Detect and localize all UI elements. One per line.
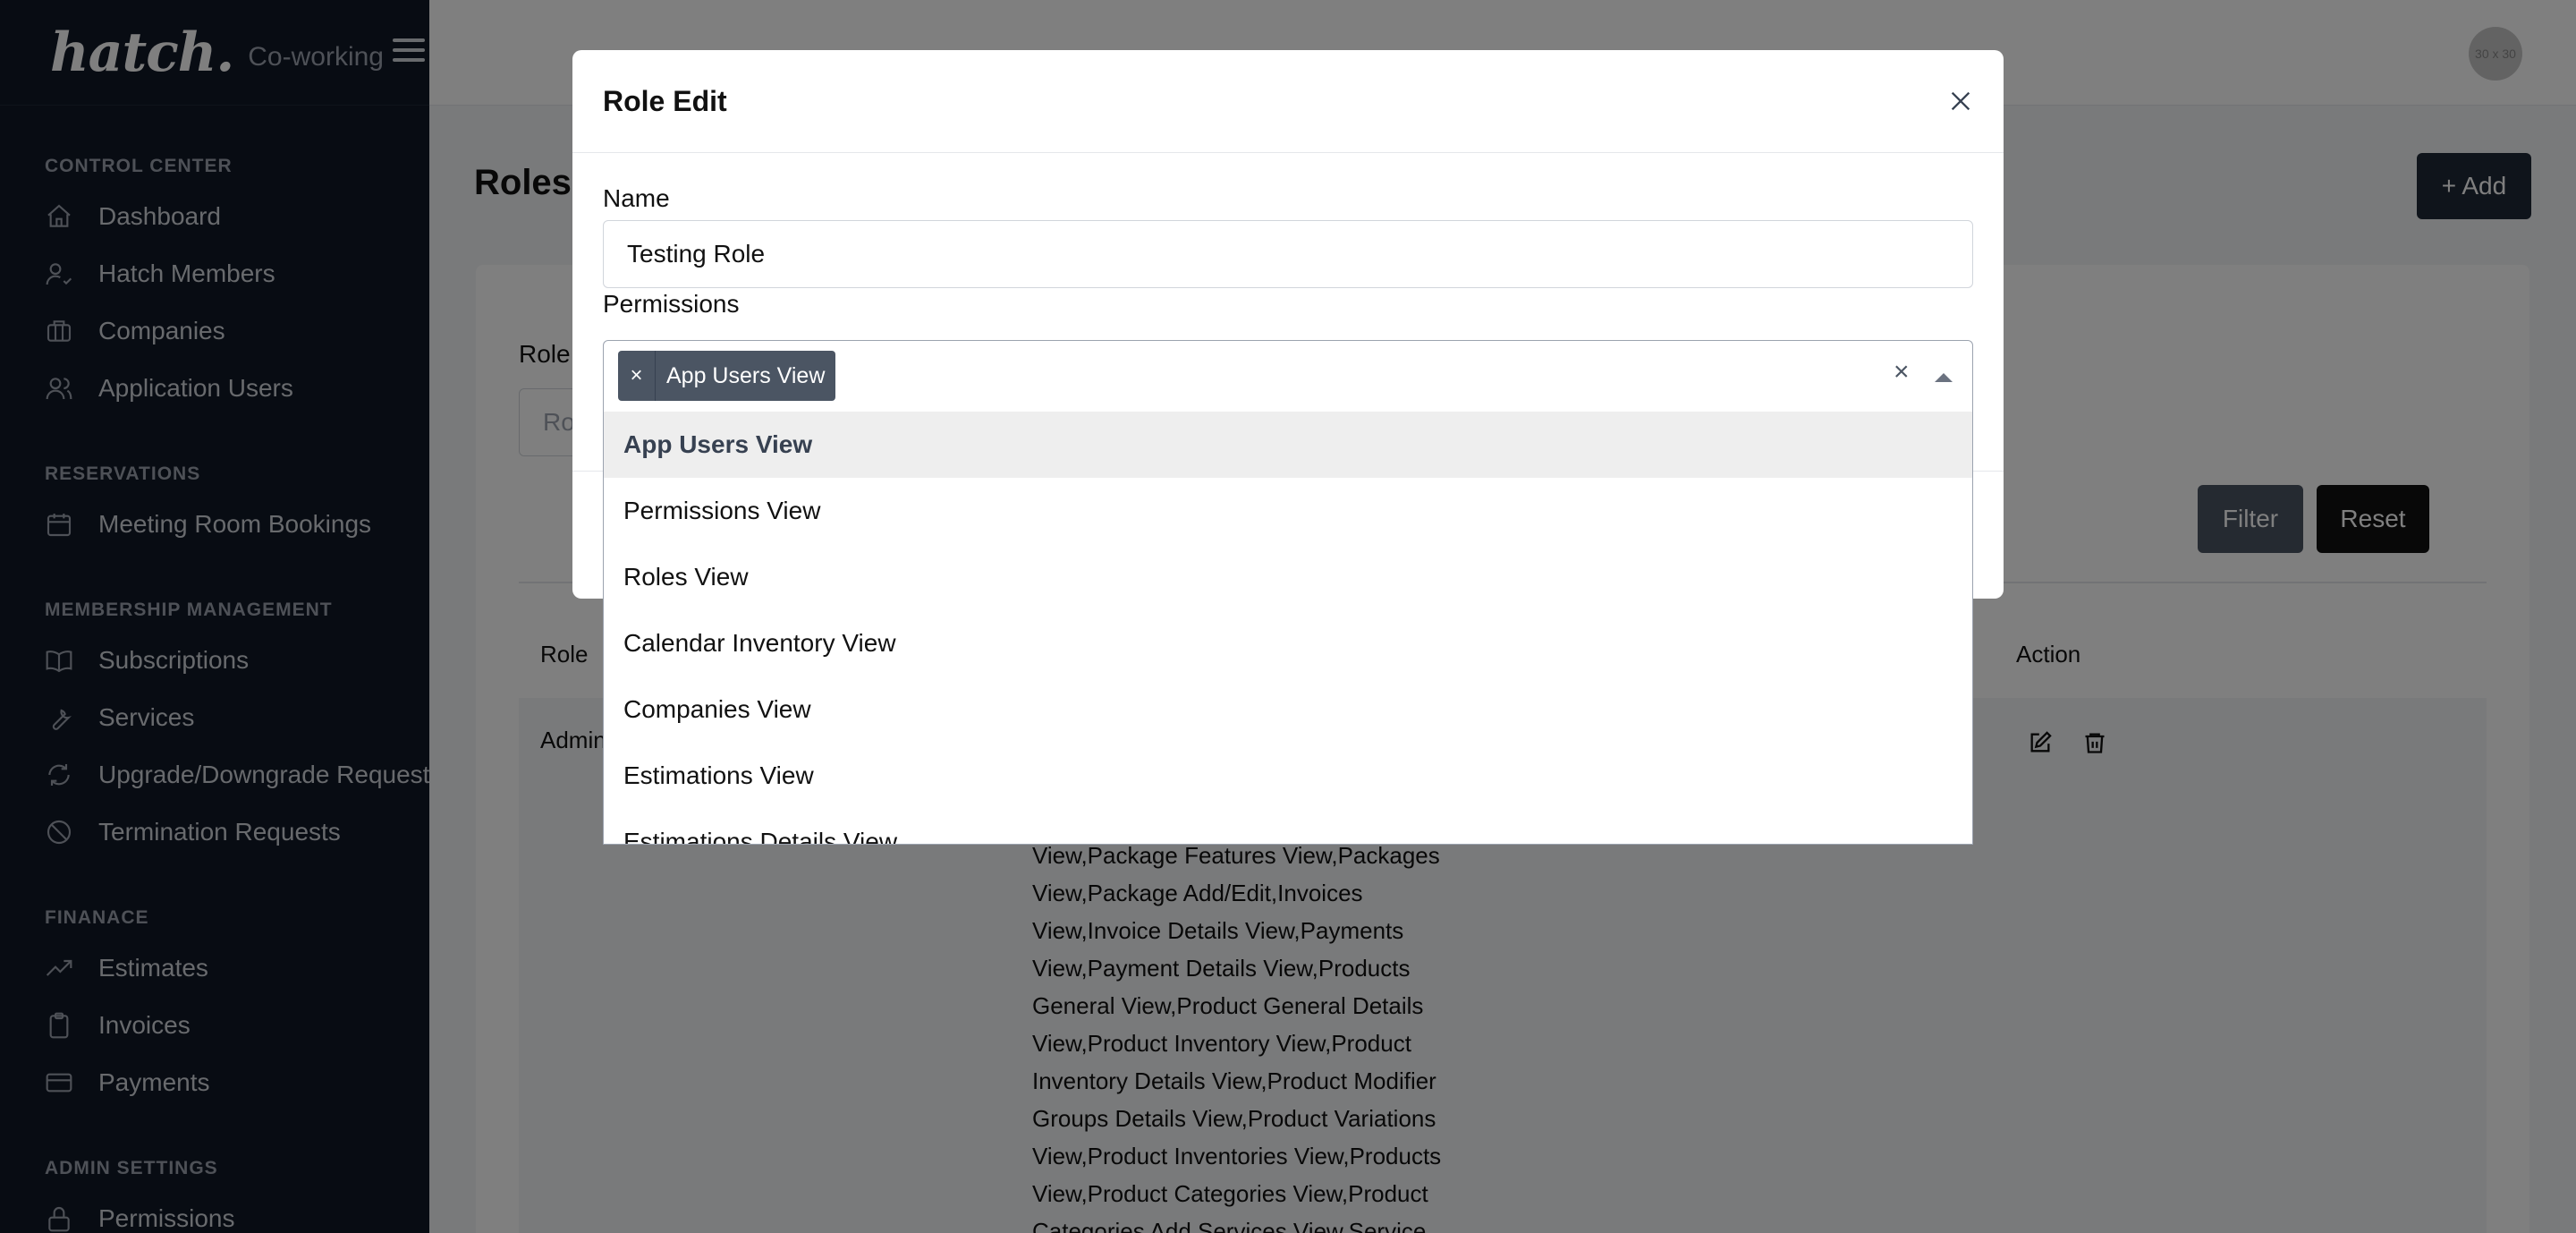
chevron-up-icon[interactable]: [1935, 373, 1953, 382]
name-input[interactable]: Testing Role: [603, 220, 1973, 288]
dropdown-option[interactable]: Estimations Details View: [604, 809, 1972, 844]
permissions-dropdown: App Users View Permissions View Roles View…: [603, 412, 1973, 845]
modal-title: Role Edit: [603, 84, 727, 117]
tag-remove-button[interactable]: ×: [618, 351, 656, 401]
dropdown-option[interactable]: Calendar Inventory View: [604, 610, 1972, 676]
permission-tag-label: App Users View: [666, 362, 826, 388]
permissions-label: Permissions: [603, 290, 740, 318]
permission-tag: × App Users View: [618, 351, 836, 401]
clear-selection-button[interactable]: ×: [1894, 357, 1910, 387]
modal-header: Role Edit: [572, 50, 2004, 153]
dropdown-option[interactable]: App Users View: [604, 412, 1972, 478]
dropdown-option[interactable]: Permissions View: [604, 478, 1972, 544]
name-label: Name: [603, 184, 670, 212]
dropdown-option[interactable]: Estimations View: [604, 743, 1972, 809]
close-icon[interactable]: [1948, 89, 1973, 114]
permissions-select[interactable]: × App Users View ×: [603, 340, 1973, 412]
dropdown-option[interactable]: Companies View: [604, 676, 1972, 743]
dropdown-option[interactable]: Roles View: [604, 544, 1972, 610]
